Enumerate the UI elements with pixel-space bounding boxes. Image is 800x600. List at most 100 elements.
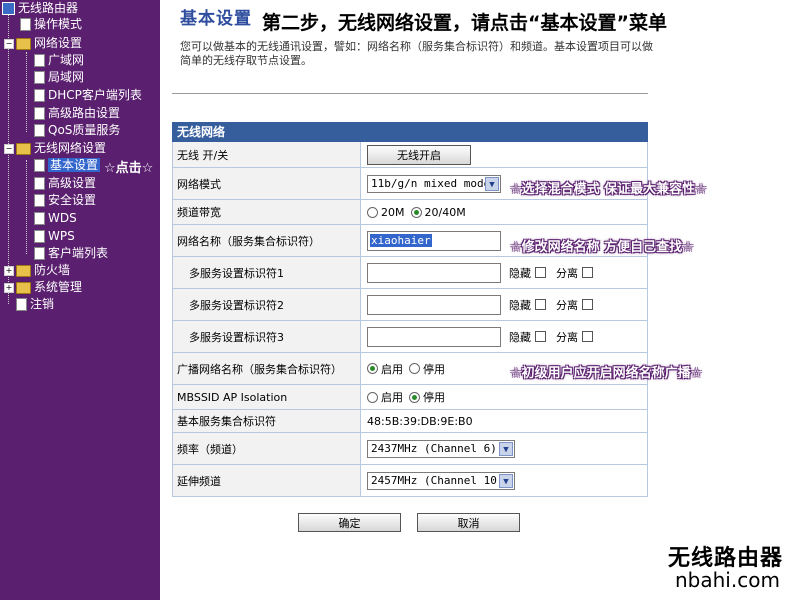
- row-mssid-3: 多服务设置标识符3 隐藏 分离: [172, 321, 648, 353]
- sidebar-item-operation-mode[interactable]: 操作模式: [20, 16, 82, 32]
- option-label: 停用: [423, 362, 445, 376]
- expand-icon[interactable]: +: [4, 266, 14, 276]
- row-value: 2437MHz (Channel 6) ▼: [362, 433, 647, 464]
- page-icon: [34, 194, 45, 207]
- row-label: 多服务设置标识符2: [173, 289, 361, 320]
- page-icon: [20, 18, 31, 31]
- sidebar-item-wireless-settings[interactable]: 无线网络设置: [16, 140, 106, 156]
- sidebar-item-client-list[interactable]: 客户端列表: [34, 245, 108, 261]
- folder-icon: [16, 142, 31, 155]
- isolate-checkbox[interactable]: [582, 299, 593, 310]
- isolate-checkbox[interactable]: [582, 331, 593, 342]
- tree-line: [8, 14, 9, 304]
- collapse-icon[interactable]: −: [4, 144, 14, 154]
- page-icon: [34, 89, 45, 102]
- note-mode: ☆选择混合模式 保证最大兼容性☆: [510, 182, 707, 197]
- row-value: 启用 停用: [362, 385, 647, 409]
- row-value: 隐藏 分离: [362, 321, 647, 352]
- sidebar-item-label: 局域网: [48, 70, 85, 84]
- ssid-value: xiaohaier: [370, 234, 432, 247]
- sidebar-item-advanced-settings[interactable]: 高级设置: [34, 175, 96, 191]
- sidebar-item-label: 高级设置: [48, 176, 97, 190]
- isolate-label: 分离: [556, 330, 578, 344]
- sidebar-item-label: 系统管理: [34, 280, 83, 294]
- sidebar-item-wds[interactable]: WDS: [34, 210, 77, 226]
- sidebar-item-lan[interactable]: 局域网: [34, 69, 84, 85]
- select-value: 2437MHz (Channel 6): [371, 442, 497, 455]
- isolate-checkbox[interactable]: [582, 267, 593, 278]
- option-label: 20M: [381, 205, 405, 219]
- cancel-button[interactable]: 取消: [417, 513, 520, 532]
- sidebar-item-qos[interactable]: QoS质量服务: [34, 122, 120, 138]
- bandwidth-20m-option[interactable]: 20M: [367, 206, 405, 219]
- hide-label: 隐藏: [509, 330, 531, 344]
- page-description: 您可以做基本的无线通讯设置，譬如：网络名称（服务集合标识符）和频道。基本设置项目…: [180, 40, 653, 67]
- sidebar-item-wan[interactable]: 广域网: [34, 52, 84, 68]
- bandwidth-20-40m-option[interactable]: 20/40M: [410, 205, 466, 219]
- sidebar: 无线路由器 操作模式 − 网络设置 广域网 局域网 DHCP客户端列表 高级路由…: [0, 0, 160, 600]
- sidebar-item-label: 注销: [30, 297, 55, 311]
- note-ssid: ☆修改网络名称 方便自己查找☆: [510, 240, 694, 255]
- option-label: 20/40M: [424, 205, 466, 219]
- mssid-2-input[interactable]: [367, 294, 501, 315]
- sidebar-item-label: 广域网: [48, 53, 85, 67]
- row-bssid: 基本服务集合标识符 48:5B:39:DB:9E:B0: [172, 410, 648, 433]
- folder-icon: [16, 264, 31, 277]
- sidebar-item-network-settings[interactable]: 网络设置: [16, 35, 82, 51]
- watermark-url: nbahi.com: [675, 568, 780, 592]
- extension-channel-select[interactable]: 2457MHz (Channel 10) ▼: [367, 471, 515, 490]
- chevron-down-icon: ▼: [499, 473, 513, 488]
- row-label: 无线 开/关: [173, 142, 361, 167]
- sidebar-item-logout[interactable]: 注销: [16, 296, 54, 312]
- collapse-icon[interactable]: −: [4, 39, 14, 49]
- row-label: 延伸频道: [173, 465, 361, 496]
- hide-checkbox[interactable]: [535, 331, 546, 342]
- isolation-disable-option[interactable]: 停用: [409, 389, 445, 405]
- ssid-input[interactable]: xiaohaier: [367, 230, 501, 251]
- row-label: 网络名称（服务集合标识符）: [173, 225, 361, 256]
- sidebar-item-wps[interactable]: WPS: [34, 228, 75, 244]
- click-callout: ☆点击☆: [102, 157, 156, 176]
- hide-checkbox[interactable]: [535, 299, 546, 310]
- sidebar-item-security-settings[interactable]: 安全设置: [34, 192, 96, 208]
- wireless-on-button[interactable]: 无线开启: [367, 144, 471, 165]
- hide-checkbox[interactable]: [535, 267, 546, 278]
- isolate-label: 分离: [556, 298, 578, 312]
- option-label: 启用: [381, 391, 403, 404]
- sidebar-item-advanced-routing[interactable]: 高级路由设置: [34, 105, 120, 121]
- sidebar-item-label: 网络设置: [34, 36, 83, 50]
- row-extension-channel: 延伸频道 2457MHz (Channel 10) ▼: [172, 465, 648, 497]
- sidebar-item-label: QoS质量服务: [48, 123, 121, 137]
- ok-button[interactable]: 确定: [298, 513, 401, 532]
- row-label: 多服务设置标识符3: [173, 321, 361, 352]
- tree-root-label: 无线路由器: [18, 1, 79, 15]
- expand-icon[interactable]: +: [4, 283, 14, 293]
- tree-root[interactable]: 无线路由器: [2, 0, 78, 16]
- row-value: 2457MHz (Channel 10) ▼: [362, 465, 647, 496]
- select-value: 11b/g/n mixed mode: [371, 177, 485, 190]
- sidebar-item-firewall[interactable]: 防火墙: [16, 262, 70, 278]
- select-value: 2457MHz (Channel 10): [371, 474, 499, 487]
- page-icon: [34, 230, 45, 243]
- mssid-1-input[interactable]: [367, 262, 501, 283]
- page-icon: [34, 159, 45, 172]
- page-title: 基本设置: [180, 9, 252, 29]
- option-label: 启用: [381, 362, 403, 376]
- channel-select[interactable]: 2437MHz (Channel 6) ▼: [367, 439, 515, 458]
- step-instruction: 第二步，无线网络设置，请点击“基本设置”菜单: [262, 12, 667, 34]
- row-label: MBSSID AP Isolation: [173, 385, 361, 409]
- isolation-enable-option[interactable]: 启用: [367, 389, 403, 405]
- broadcast-disable-option[interactable]: 停用: [409, 361, 445, 377]
- broadcast-enable-option[interactable]: 启用: [367, 361, 403, 377]
- radio-selected-icon: [410, 206, 422, 218]
- row-label: 频率（频道）: [173, 433, 361, 464]
- row-label: 基本服务集合标识符: [173, 410, 361, 432]
- chevron-down-icon: ▼: [485, 176, 499, 191]
- network-mode-select[interactable]: 11b/g/n mixed mode ▼: [367, 174, 501, 193]
- sidebar-item-basic-settings[interactable]: 基本设置: [34, 157, 101, 173]
- hide-label: 隐藏: [509, 266, 531, 280]
- mssid-3-input[interactable]: [367, 326, 501, 347]
- router-icon: [2, 2, 15, 15]
- sidebar-item-system-management[interactable]: 系统管理: [16, 279, 82, 295]
- sidebar-item-dhcp-clients[interactable]: DHCP客户端列表: [34, 87, 142, 103]
